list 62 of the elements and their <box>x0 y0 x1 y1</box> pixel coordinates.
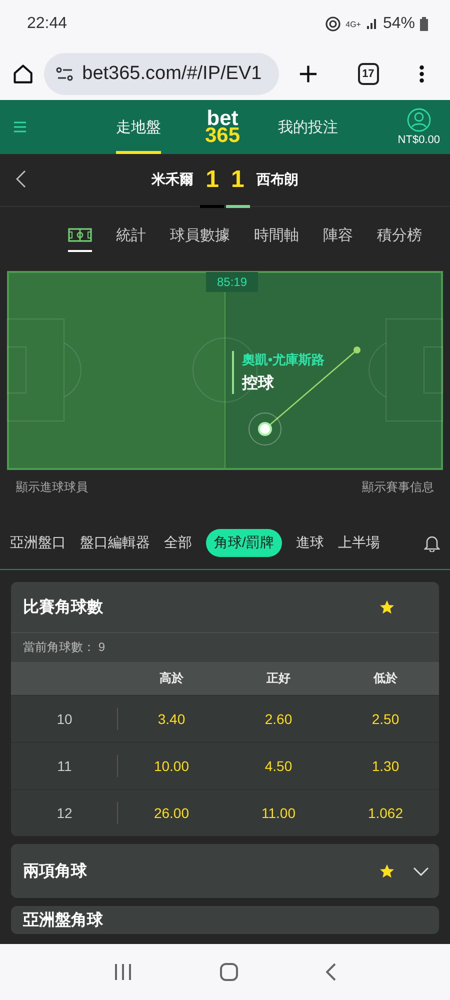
market-tab[interactable]: 全部 <box>164 528 192 556</box>
odds-cell[interactable]: 11.00 <box>225 789 332 836</box>
odds-cell[interactable]: 2.50 <box>332 695 439 742</box>
away-team: 西布朗 <box>256 171 298 189</box>
logo[interactable]: bet 365 <box>205 110 240 144</box>
recent-apps-icon[interactable] <box>114 964 132 980</box>
menu-icon[interactable] <box>14 121 26 133</box>
battery-level: 54% <box>382 15 415 33</box>
account-icon[interactable] <box>406 108 431 132</box>
away-score: 1 <box>231 166 244 194</box>
bell-icon[interactable] <box>424 534 440 552</box>
market-title[interactable]: 亞洲盤角球 <box>23 910 395 930</box>
nav-tab[interactable]: 走地盤 <box>116 100 161 154</box>
odds-cell[interactable]: 4.50 <box>225 742 332 789</box>
toggle-link[interactable]: 顯示進球球員 <box>16 478 88 496</box>
hotspot-icon <box>324 16 341 32</box>
odds-cell[interactable]: 26.00 <box>118 789 225 836</box>
event-label: 控球 <box>242 374 275 394</box>
line-cell: 12 <box>11 789 118 836</box>
toggle-link[interactable]: 顯示賽事信息 <box>362 478 434 496</box>
network-type: 4G+ <box>346 20 361 28</box>
star-icon[interactable] <box>379 863 395 879</box>
line-cell: 10 <box>11 695 118 742</box>
nav-tab[interactable]: 我的投注 <box>278 100 338 154</box>
market-tab[interactable]: 上半場 <box>338 528 380 556</box>
stats-tab[interactable]: 陣容 <box>323 218 353 254</box>
balance: NT$0.00 <box>398 134 440 146</box>
status-time: 22:44 <box>27 15 68 33</box>
home-icon[interactable] <box>12 62 34 86</box>
signal-icon <box>366 18 378 30</box>
star-icon[interactable] <box>379 599 395 615</box>
url-text: bet365.com/#/IP/EV1 <box>82 63 262 85</box>
tab-count[interactable]: 17 <box>358 63 378 85</box>
back-icon[interactable] <box>326 963 336 981</box>
market-tab[interactable]: 盤口編輯器 <box>80 528 150 556</box>
home-button-icon[interactable] <box>220 963 238 981</box>
stats-tab[interactable]: 時間軸 <box>254 218 299 254</box>
match-clock: 85:19 <box>206 272 258 292</box>
chevron-down-icon[interactable] <box>413 866 429 876</box>
home-team: 米禾爾 <box>152 171 194 189</box>
home-score: 1 <box>206 166 219 194</box>
stats-tab[interactable]: 統計 <box>116 218 146 254</box>
player-name: 奧凱•尤庫斯路 <box>242 351 325 369</box>
market-tab[interactable]: 角球/罰牌 <box>206 528 282 556</box>
address-bar[interactable]: bet365.com/#/IP/EV1 <box>44 53 280 95</box>
stats-tab[interactable]: 積分榜 <box>377 218 422 254</box>
back-button[interactable] <box>14 168 28 190</box>
site-settings-icon[interactable] <box>56 67 74 81</box>
odds-cell[interactable]: 2.60 <box>225 695 332 742</box>
market-tab[interactable]: 亞洲盤口 <box>10 528 66 556</box>
more-icon[interactable] <box>418 64 424 84</box>
market-title[interactable]: 比賽角球數 <box>23 596 361 618</box>
stats-tab[interactable]: 球員數據 <box>170 218 230 254</box>
odds-cell[interactable]: 1.062 <box>332 789 439 836</box>
odds-cell[interactable]: 10.00 <box>118 742 225 789</box>
market-title[interactable]: 兩項角球 <box>23 860 361 882</box>
battery-icon <box>420 17 428 31</box>
odds-cell[interactable]: 3.40 <box>118 695 225 742</box>
odds-cell[interactable]: 1.30 <box>332 742 439 789</box>
market-tab[interactable]: 進球 <box>296 528 324 556</box>
line-cell: 11 <box>11 742 118 789</box>
new-tab-icon[interactable] <box>299 64 318 84</box>
